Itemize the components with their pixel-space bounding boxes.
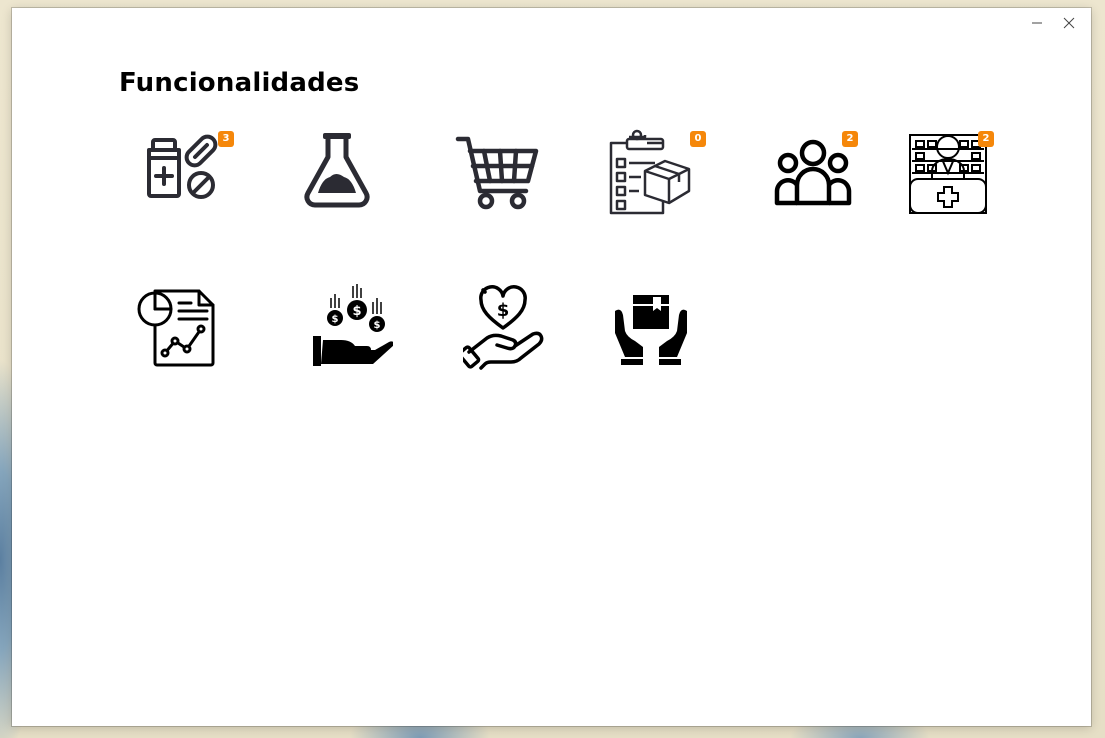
badge-count: 3	[218, 131, 234, 147]
svg-text:$: $	[497, 300, 510, 321]
laboratory-flask-icon	[304, 133, 370, 208]
tile-inventory[interactable]: 0	[594, 122, 706, 222]
badge-count: 0	[690, 131, 706, 147]
svg-text:$: $	[374, 320, 381, 331]
tile-income[interactable]: $ $ $	[298, 277, 408, 377]
badge-count: 2	[978, 131, 994, 147]
shopping-cart-icon	[455, 136, 539, 210]
delivery-package-hands-icon	[615, 295, 687, 365]
app-window: Funcionalidades 3 0 2 2 $ $ $ $	[12, 8, 1091, 726]
inventory-checklist-icon	[609, 129, 691, 215]
tile-medicines[interactable]: 3	[122, 122, 234, 222]
users-group-icon	[774, 139, 852, 206]
window-controls	[1023, 14, 1083, 32]
tile-pharmacist[interactable]: 2	[892, 122, 1002, 222]
tile-reports[interactable]	[122, 277, 232, 377]
tile-delivery[interactable]	[596, 277, 706, 377]
close-icon	[1063, 17, 1075, 29]
badge-count: 2	[842, 131, 858, 147]
medicines-icon	[147, 134, 218, 199]
income-money-hand-icon: $ $ $	[313, 284, 393, 366]
tile-laboratory[interactable]	[282, 122, 392, 222]
minimize-button[interactable]	[1023, 14, 1051, 32]
tile-donations[interactable]: $	[450, 277, 560, 377]
report-analytics-icon	[137, 289, 215, 367]
page-title: Funcionalidades	[119, 68, 360, 98]
svg-text:$: $	[332, 314, 339, 325]
minimize-icon	[1032, 22, 1042, 24]
svg-text:$: $	[352, 304, 361, 319]
tile-shopping[interactable]	[442, 122, 552, 222]
donation-hand-icon: $	[463, 285, 544, 370]
close-button[interactable]	[1055, 14, 1083, 32]
tile-users[interactable]: 2	[758, 122, 868, 222]
